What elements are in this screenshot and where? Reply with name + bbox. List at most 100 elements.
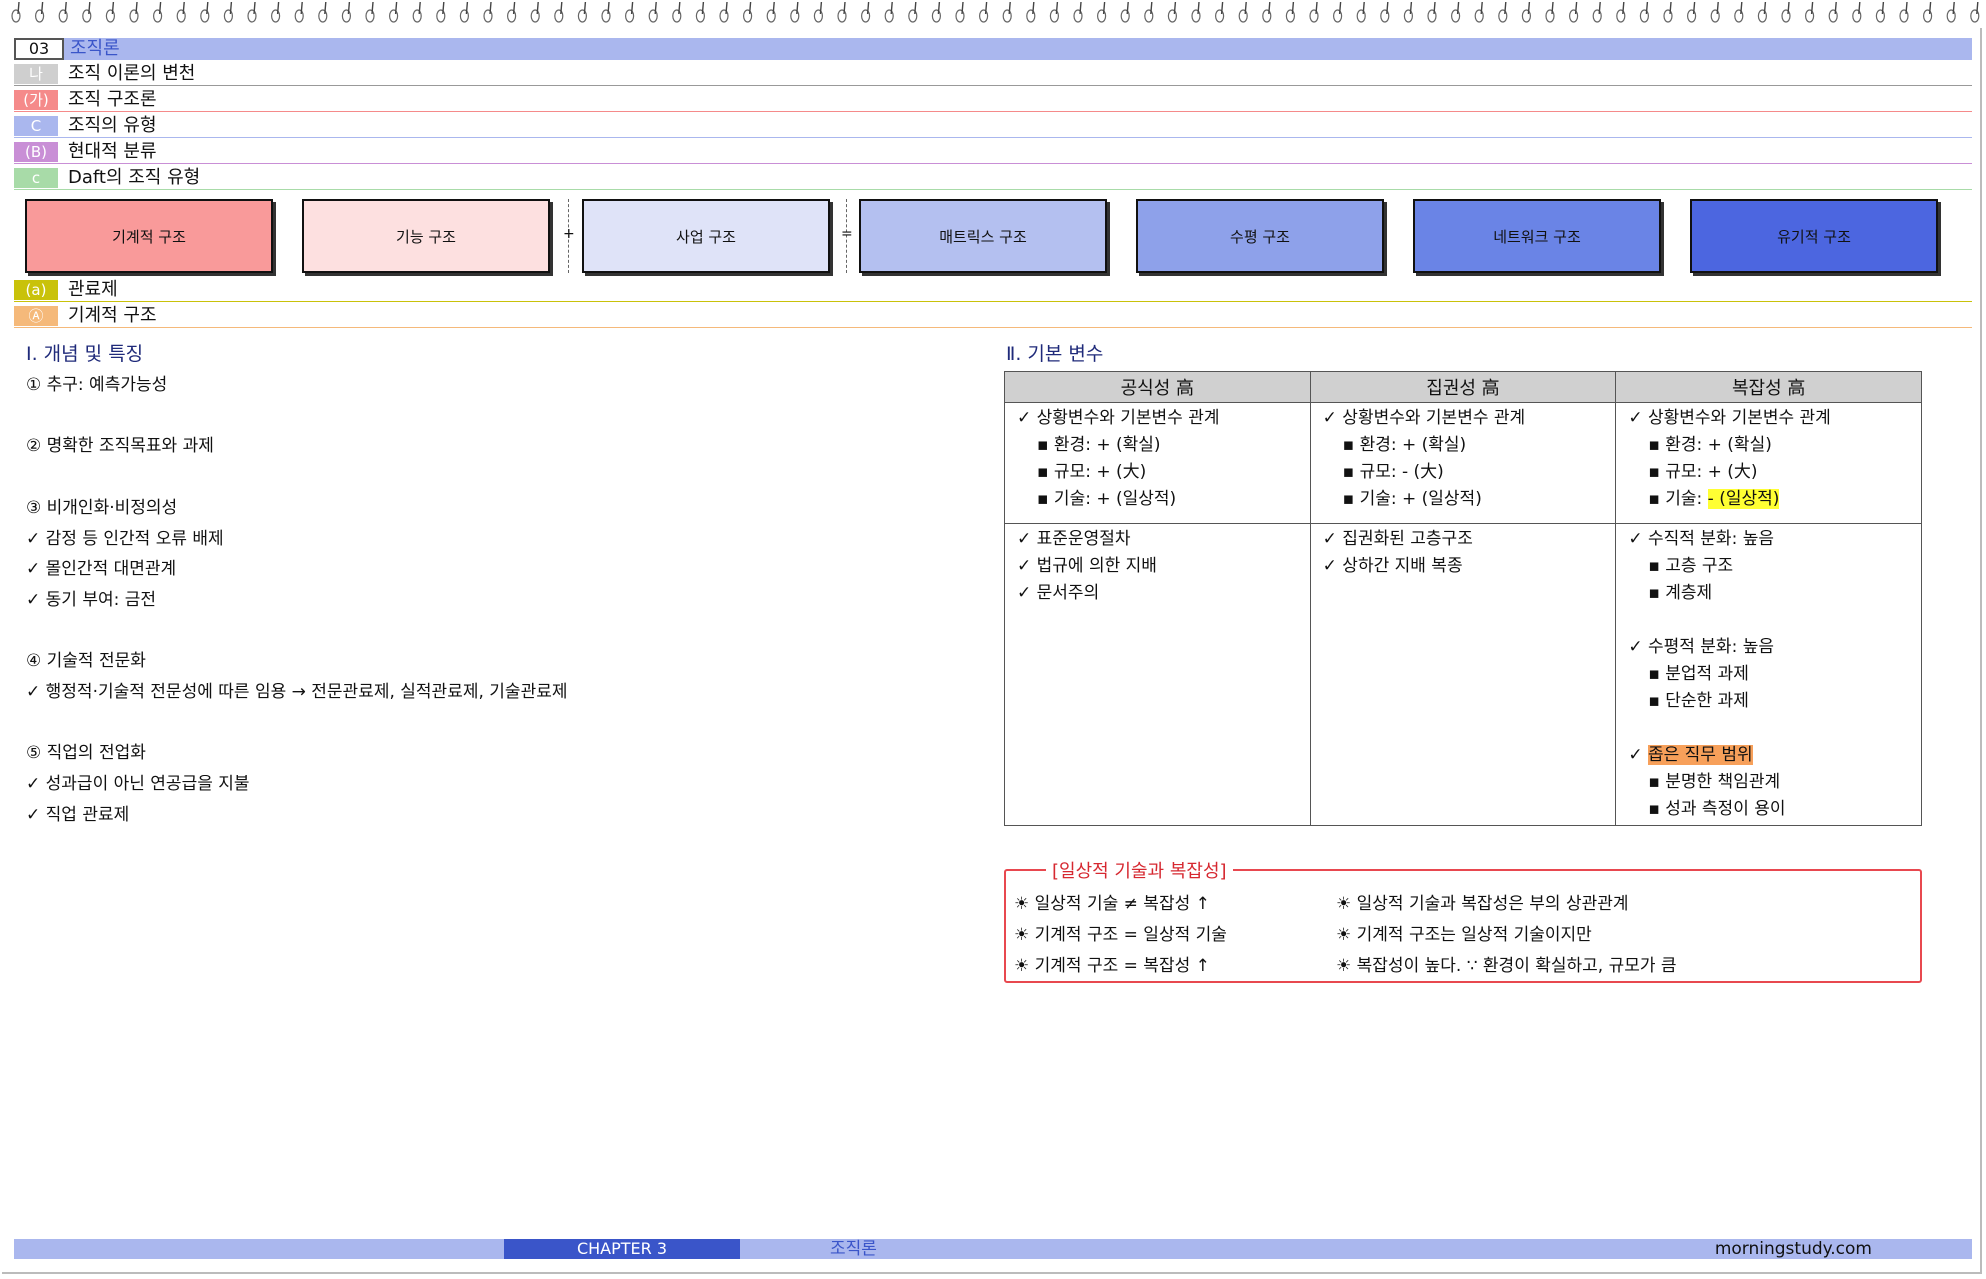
cell-line: ✓ 표준운영절차 — [1017, 529, 1131, 549]
binding-wire — [1008, 1, 1011, 15]
heading-row: 나 조직 이론의 변천 — [14, 64, 1972, 86]
binding-wire — [1173, 1, 1177, 15]
cell-line: ✓ 수평적 분화: 높음 — [1628, 637, 1774, 657]
heading-badge: C — [14, 116, 58, 136]
list-item: ✓ 행정적·기술적 전문성에 따른 임용 → 전문관료제, 실적관료제, 기술관… — [26, 682, 568, 702]
cell-line: ▪ 분업적 과제 — [1648, 664, 1749, 684]
binding-wire — [1338, 1, 1342, 15]
table-row: ✓ 표준운영절차 ✓ 법규에 의한 지배 ✓ 문서주의 ✓ 집권화된 고층구조 … — [1004, 523, 1922, 826]
binding-wire — [1669, 1, 1672, 15]
binding-wire — [206, 1, 209, 15]
structure-box-horizontal: 수평 구조 — [1136, 199, 1384, 273]
cell-line: ▪ 계층제 — [1648, 583, 1713, 603]
table-cell: ✓ 표준운영절차 ✓ 법규에 의한 지배 ✓ 문서주의 — [1004, 523, 1311, 826]
chapter-number: 03 — [14, 38, 64, 60]
divider — [14, 111, 1972, 112]
binding-wire — [394, 1, 398, 15]
structure-box-divisional: 사업 구조 — [582, 199, 830, 273]
structure-box-functional: 기능 구조 — [302, 199, 550, 273]
heading-badge: (B) — [14, 142, 58, 162]
binding-wire — [1433, 1, 1436, 15]
binding-wire — [1834, 1, 1837, 15]
table-cell: ✓ 집권화된 고층구조 ✓ 상하간 지배 복종 — [1309, 523, 1617, 826]
binding-wire — [1197, 1, 1200, 15]
divider — [14, 137, 1972, 138]
cell-text: ▪ 기술: — [1648, 489, 1708, 509]
binding-wire — [1456, 1, 1460, 15]
heading-badge: (a) — [14, 280, 58, 300]
binding-wire — [1220, 1, 1224, 15]
binding-wire — [1881, 1, 1885, 15]
cell-line: ✓ 수직적 분화: 높음 — [1628, 529, 1774, 549]
binding-wire — [1527, 1, 1531, 15]
heading-row: c Daft의 조직 유형 — [14, 168, 1972, 190]
binding-wire — [961, 1, 964, 15]
binding-wire — [17, 1, 20, 15]
binding-wire — [1315, 1, 1318, 15]
basic-variables-table: 공식성 高 집권성 高 복잡성 高 ✓ 상황변수와 기본변수 관계 ▪ 환경: … — [1004, 371, 1922, 826]
binding-wire — [64, 1, 67, 15]
highlighted-text: - (일상적) — [1707, 489, 1780, 509]
binding-wire — [512, 1, 516, 15]
table-cell: ✓ 상황변수와 기본변수 관계 ▪ 환경: + (확실) ▪ 규모: - (大)… — [1309, 402, 1617, 524]
cell-text: ✓ — [1628, 745, 1648, 765]
heading-row: (B) 현대적 분류 — [14, 142, 1972, 164]
binding-wire — [1574, 1, 1578, 15]
cell-line: ✓ 상황변수와 기본변수 관계 — [1628, 408, 1831, 428]
note-line: ☀ 기계적 구조는 일상적 기술이지만 — [1336, 925, 1592, 945]
binding-wire — [1150, 1, 1153, 15]
binding-wire — [1032, 1, 1035, 15]
structure-box-network: 네트워크 구조 — [1413, 199, 1661, 273]
cell-line: ✓ 상하간 지배 복종 — [1322, 556, 1463, 576]
heading-badge: (가) — [14, 90, 58, 110]
binding-wire — [1692, 1, 1696, 15]
binding-wire — [914, 1, 917, 15]
heading-text: 현대적 분류 — [68, 141, 157, 162]
binding-wire — [1928, 1, 1932, 15]
divider — [14, 85, 1972, 86]
structure-box-mechanical: 기계적 구조 — [25, 199, 273, 273]
cell-line: ✓ 좁은 직무 범위 — [1628, 742, 1921, 769]
cell-line: ▪ 환경: + (확실) — [1342, 435, 1467, 455]
footer-site: morningstudy.com — [1714, 1239, 1872, 1259]
highlighted-text: 좁은 직무 범위 — [1647, 745, 1753, 765]
chapter-bar: 03 조직론 — [14, 38, 1972, 60]
binding-wire — [1810, 1, 1814, 15]
binding-wire — [442, 1, 445, 15]
binding-wire — [1268, 1, 1271, 15]
list-item: ② 명확한 조직목표와 과제 — [26, 436, 214, 456]
footer-bar: CHAPTER 3 조직론 morningstudy.com — [14, 1239, 1972, 1259]
binding-wire — [678, 1, 681, 15]
note-line: ☀ 일상적 기술과 복잡성은 부의 상관관계 — [1336, 894, 1629, 914]
spiral-binding — [11, 1, 1980, 23]
heading-text: 기계적 구조 — [68, 305, 157, 326]
binding-wire — [1598, 1, 1601, 15]
list-item: ✓ 동기 부여: 금전 — [26, 590, 157, 610]
table-cell: ✓ 상황변수와 기본변수 관계 ▪ 환경: + (확실) ▪ 규모: + (大)… — [1615, 402, 1922, 524]
plus-operator: + — [563, 226, 575, 242]
binding-wire — [158, 1, 162, 15]
table-header: 집권성 高 — [1309, 371, 1617, 403]
heading-text: 조직 구조론 — [68, 89, 157, 110]
table-row: ✓ 상황변수와 기본변수 관계 ▪ 환경: + (확실) ▪ 규모: + (大)… — [1004, 402, 1922, 524]
binding-wire — [418, 1, 421, 15]
list-item: ④ 기술적 전문화 — [26, 651, 146, 671]
binding-wire — [1905, 1, 1908, 15]
binding-wire — [1504, 1, 1507, 15]
binding-wire — [796, 1, 799, 15]
binding-wire — [135, 1, 138, 15]
cell-line: ✓ 문서주의 — [1017, 583, 1100, 603]
binding-wire — [489, 1, 492, 15]
table-header: 공식성 高 — [1004, 371, 1311, 403]
list-item: ✓ 직업 관료제 — [26, 805, 130, 825]
note-line: ☀ 일상적 기술 ≠ 복잡성 ↑ — [1014, 894, 1210, 914]
heading-text: 조직의 유형 — [68, 115, 157, 136]
note-right-column: ☀ 일상적 기술과 복잡성은 부의 상관관계 ☀ 기계적 구조는 일상적 기술이… — [1336, 889, 1677, 982]
table-cell: ✓ 상황변수와 기본변수 관계 ▪ 환경: + (확실) ▪ 규모: + (大)… — [1004, 402, 1311, 524]
binding-wire — [253, 1, 256, 15]
binding-wire — [583, 1, 587, 15]
list-item: ① 추구: 예측가능성 — [26, 375, 168, 395]
binding-wire — [1386, 1, 1389, 15]
